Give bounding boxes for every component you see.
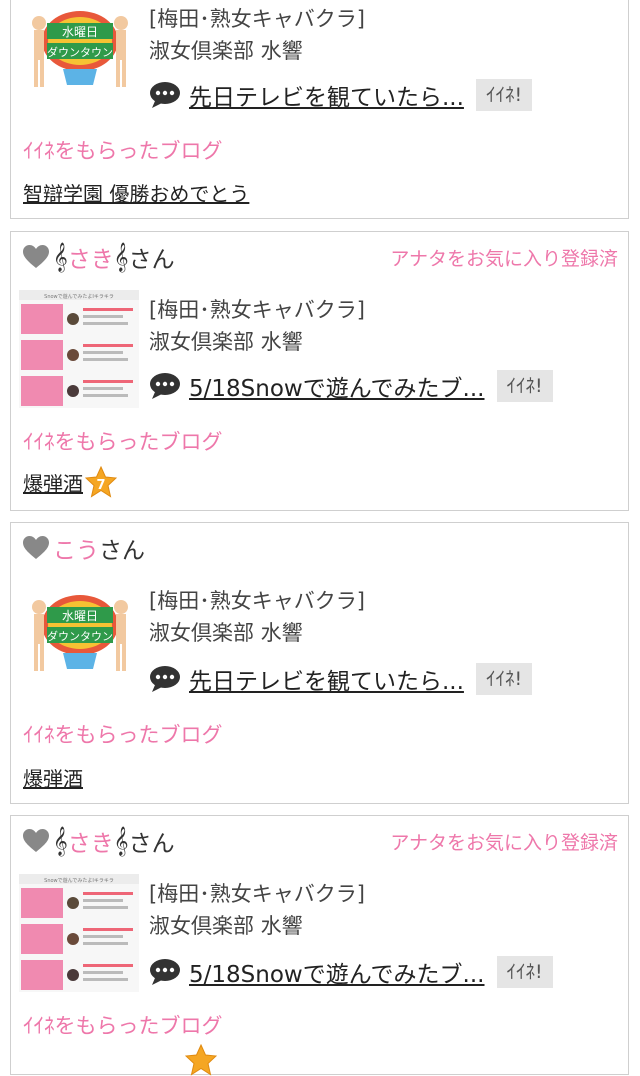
post-title-link[interactable]: 先日テレビを観ていたら...: [189, 78, 464, 112]
card-header: 𝄞 さき 𝄞 さん アナタをお気に入り登録済: [23, 240, 618, 274]
star-badge-icon: [185, 1044, 217, 1076]
post-row: 5/18Snowで遊んでみたブ... ｲｲﾈ!: [149, 954, 553, 990]
tv-logo-text-bottom: ダウンタウン: [47, 629, 113, 643]
iine-button[interactable]: ｲｲﾈ!: [496, 956, 553, 988]
post-thumbnail-snow[interactable]: Snowで遊んでみたよIキラキラ: [19, 290, 139, 408]
tv-logo-text-top: 水曜日: [62, 25, 98, 39]
clef-symbol: 𝄞: [53, 242, 68, 271]
shop-category: [梅田･熟女キャバクラ]: [149, 882, 365, 906]
iine-button[interactable]: ｲｲﾈ!: [475, 663, 533, 695]
shop-category: [梅田･熟女キャバクラ]: [149, 298, 365, 322]
like-card: 𝄞 さき 𝄞 さん アナタをお気に入り登録済 Snowで遊んでみたよIキラキラ …: [10, 815, 629, 1076]
post-thumbnail-tv[interactable]: 水曜日 ダウンタウン: [25, 585, 135, 685]
user-name[interactable]: こう: [53, 531, 99, 565]
post-title-link[interactable]: 5/18Snowで遊んでみたブ...: [189, 955, 485, 989]
iine-button[interactable]: ｲｲﾈ!: [475, 79, 533, 111]
clef-symbol: 𝄞: [113, 242, 129, 271]
received-blog-label: ｲｲﾈをもらったブログ: [23, 723, 223, 747]
post-thumbnail-tv[interactable]: 水曜日 ダウンタウン: [25, 1, 135, 101]
clef-symbol: 𝄞: [113, 826, 129, 855]
like-card: こう さん 水曜日 ダウンタウン [梅田･熟女キャバクラ] 淑女倶楽部 水響 先…: [10, 522, 629, 804]
honorific: さん: [128, 831, 175, 857]
user-name[interactable]: さき: [68, 240, 114, 274]
favorite-status: アナタをお気に入り登録済: [390, 831, 618, 854]
snow-header-text: Snowで遊んでみたよIキラキラ: [44, 293, 114, 300]
blog-link-text[interactable]: 爆弾酒: [23, 468, 83, 497]
honorific: さん: [99, 538, 145, 564]
post-row: 5/18Snowで遊んでみたブ... ｲｲﾈ!: [149, 368, 553, 404]
honorific: さん: [128, 247, 175, 273]
shop-name: 淑女倶楽部 水響: [149, 39, 303, 63]
received-blog-label: ｲｲﾈをもらったブログ: [23, 1014, 223, 1038]
blog-link[interactable]: 爆弾酒 7: [23, 466, 117, 498]
heart-icon[interactable]: [23, 829, 49, 853]
shop-category: [梅田･熟女キャバクラ]: [149, 7, 365, 31]
shop-category: [梅田･熟女キャバクラ]: [149, 589, 365, 613]
post-row: 先日テレビを観ていたら... ｲｲﾈ!: [149, 77, 533, 113]
received-blog-label: ｲｲﾈをもらったブログ: [23, 139, 223, 163]
tv-logo-text-top: 水曜日: [62, 609, 98, 623]
iine-button[interactable]: ｲｲﾈ!: [496, 370, 553, 402]
blog-link[interactable]: 智辯学園 優勝おめでとう: [23, 178, 249, 207]
post-title-link[interactable]: 5/18Snowで遊んでみたブ...: [189, 369, 485, 403]
speech-bubble-icon: [150, 666, 180, 692]
user-name[interactable]: さき: [68, 824, 114, 858]
shop-name: 淑女倶楽部 水響: [149, 621, 303, 645]
shop-name: 淑女倶楽部 水響: [149, 914, 303, 938]
like-card: 𝄞 さき 𝄞 さん アナタをお気に入り登録済 Snowで遊んでみたよIキラキラ …: [10, 231, 629, 511]
heart-icon[interactable]: [23, 536, 49, 560]
heart-icon[interactable]: [23, 245, 49, 269]
speech-bubble-icon: [150, 959, 180, 985]
tv-logo-text-bottom: ダウンタウン: [47, 45, 113, 59]
blog-link[interactable]: 爆弾酒: [23, 763, 83, 792]
post-title-link[interactable]: 先日テレビを観ていたら...: [189, 662, 464, 696]
shop-name: 淑女倶楽部 水響: [149, 330, 303, 354]
clef-symbol: 𝄞: [53, 826, 68, 855]
favorite-status: アナタをお気に入り登録済: [390, 247, 618, 270]
speech-bubble-icon: [150, 373, 180, 399]
speech-bubble-icon: [150, 82, 180, 108]
snow-header-text: Snowで遊んでみたよIキラキラ: [44, 877, 114, 884]
post-thumbnail-snow[interactable]: Snowで遊んでみたよIキラキラ: [19, 874, 139, 992]
received-blog-label: ｲｲﾈをもらったブログ: [23, 430, 223, 454]
card-header: こう さん: [23, 531, 618, 565]
card-header: 𝄞 さき 𝄞 さん アナタをお気に入り登録済: [23, 824, 618, 858]
badge-number: 7: [96, 478, 105, 493]
star-badge-icon: 7: [85, 466, 117, 498]
like-card: 水曜日 ダウンタウン [梅田･熟女キャバクラ] 淑女倶楽部 水響 先日テレビを観…: [10, 0, 629, 219]
post-row: 先日テレビを観ていたら... ｲｲﾈ!: [149, 661, 533, 697]
